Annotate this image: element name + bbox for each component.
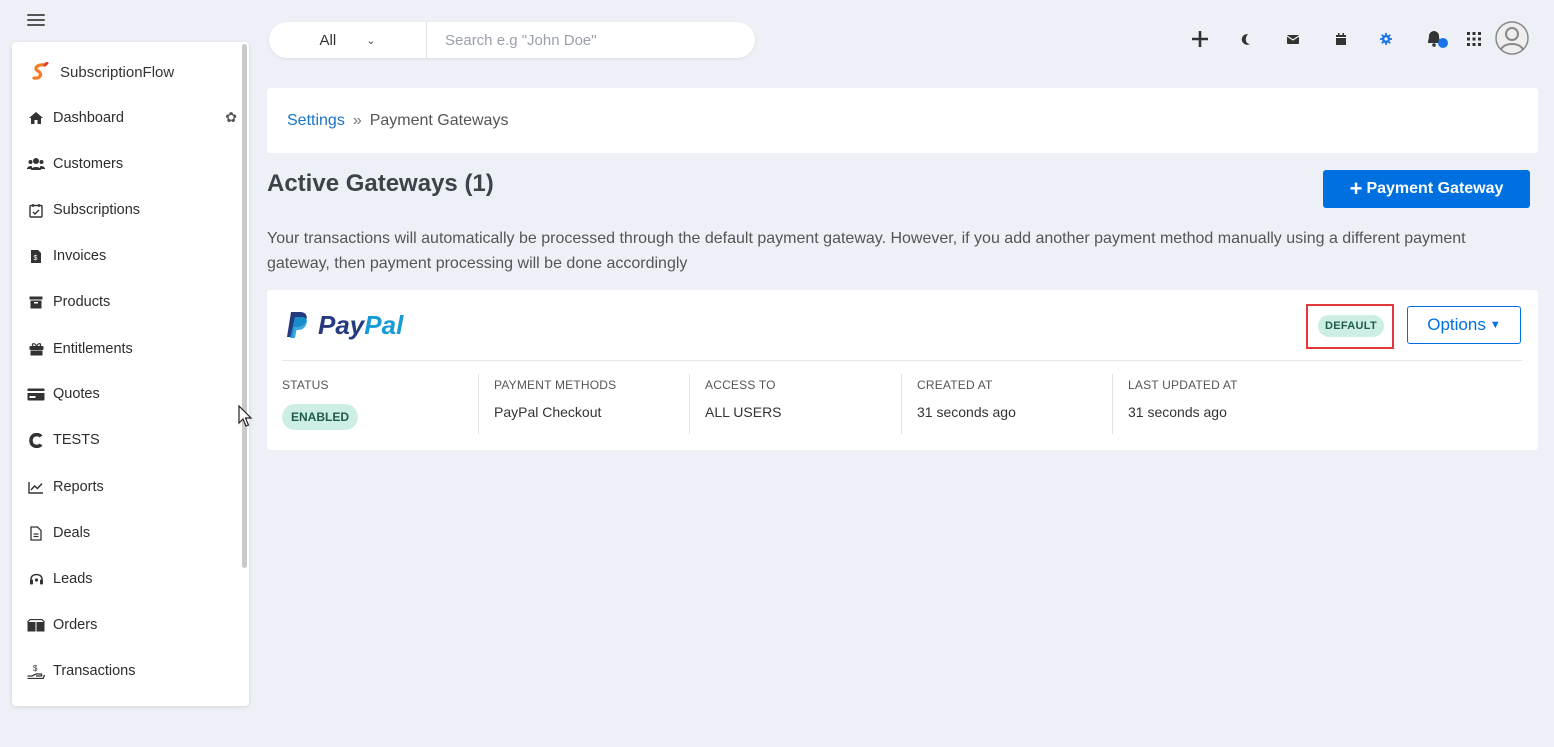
chevron-down-icon: ⌄ <box>366 34 376 47</box>
archive-icon <box>27 294 45 310</box>
headset-icon <box>27 571 45 587</box>
sidebar-item-label: Invoices <box>53 248 107 264</box>
plus-icon: + <box>1349 176 1363 201</box>
sidebar-item-label: Leads <box>53 571 93 587</box>
sidebar-item-reports[interactable]: Reports <box>27 476 237 498</box>
plus-icon[interactable] <box>1189 24 1211 54</box>
invoice-icon: $ <box>27 248 45 264</box>
search-scope-value: All <box>319 31 337 49</box>
paypal-logo-text-pal: Pal <box>364 309 404 340</box>
paypal-icon <box>287 312 307 338</box>
access-to-column: ACCESS TO ALL USERS <box>689 374 782 434</box>
mouse-cursor-icon <box>238 405 253 427</box>
paypal-logo-text-pay: Pay <box>318 309 365 340</box>
options-label: Options <box>1427 315 1486 334</box>
status-badge: ENABLED <box>282 404 359 430</box>
moon-icon[interactable] <box>1237 24 1253 54</box>
sidebar-item-label: TESTS <box>53 432 100 448</box>
svg-text:$: $ <box>34 255 38 262</box>
breadcrumb-current: Payment Gateways <box>369 111 509 129</box>
sidebar-item-transactions[interactable]: $ Transactions <box>27 660 237 682</box>
document-icon <box>27 525 45 541</box>
last-updated-column: LAST UPDATED AT 31 seconds ago <box>1112 374 1238 434</box>
calendar-icon[interactable] <box>1333 24 1349 54</box>
sidebar-item-dashboard[interactable]: Dashboard ✿ <box>27 107 237 129</box>
sidebar-item-label: Reports <box>53 479 104 495</box>
add-payment-gateway-button[interactable]: + Payment Gateway <box>1323 170 1530 208</box>
sidebar-item-label: Transactions <box>53 663 136 679</box>
bell-icon[interactable] <box>1423 24 1451 54</box>
subscriptionflow-logo-icon <box>32 62 49 80</box>
add-payment-gateway-label: Payment Gateway <box>1366 180 1504 197</box>
sidebar-item-orders[interactable]: Orders <box>27 614 237 636</box>
avatar[interactable] <box>1495 21 1529 55</box>
gear-icon[interactable] <box>1378 24 1394 54</box>
status-column: STATUS ENABLED <box>282 378 359 436</box>
sidebar-item-label: Deals <box>53 525 91 541</box>
default-badge: DEFAULT <box>1318 315 1384 337</box>
payment-methods-column: PAYMENT METHODS PayPal Checkout <box>478 374 616 434</box>
sidebar-item-label: Quotes <box>53 386 100 402</box>
sidebar-item-label: Dashboard <box>53 110 124 126</box>
column-label: LAST UPDATED AT <box>1128 378 1238 392</box>
sidebar: SubscriptionFlow Dashboard ✿ Customers S… <box>12 42 249 706</box>
card-divider <box>282 360 1522 361</box>
sidebar-item-label: Orders <box>53 617 98 633</box>
grid-icon[interactable] <box>1465 24 1483 54</box>
column-label: ACCESS TO <box>705 378 776 392</box>
sidebar-item-label: Customers <box>53 156 124 172</box>
users-icon <box>27 156 45 172</box>
column-value: 31 seconds ago <box>1128 404 1227 420</box>
card-icon <box>27 386 45 402</box>
column-label: CREATED AT <box>917 378 993 392</box>
svg-text:$: $ <box>33 664 38 673</box>
money-hand-icon: $ <box>27 663 45 679</box>
sidebar-item-invoices[interactable]: $ Invoices <box>27 245 237 267</box>
page-title: Active Gateways (1) <box>267 170 494 197</box>
sidebar-item-label: Products <box>53 294 111 310</box>
envelope-icon[interactable] <box>1285 24 1301 54</box>
sidebar-item-products[interactable]: Products <box>27 291 237 313</box>
sidebar-scrollbar[interactable] <box>242 44 247 568</box>
sidebar-item-deals[interactable]: Deals <box>27 522 237 544</box>
brand[interactable]: SubscriptionFlow <box>30 62 174 82</box>
sidebar-item-tests[interactable]: TESTS <box>27 429 237 451</box>
breadcrumb-settings-link[interactable]: Settings <box>287 112 345 130</box>
sidebar-item-subscriptions[interactable]: Subscriptions <box>27 199 237 221</box>
global-search: All ⌄ <box>269 22 755 58</box>
created-at-column: CREATED AT 31 seconds ago <box>901 374 1016 434</box>
search-scope-select[interactable]: All ⌄ <box>269 22 427 58</box>
brand-name: SubscriptionFlow <box>60 63 175 81</box>
calendar-check-icon <box>27 202 45 218</box>
column-value: 31 seconds ago <box>917 404 1016 420</box>
hamburger-menu-icon[interactable] <box>27 14 45 26</box>
options-dropdown-button[interactable]: Options ▼ <box>1407 306 1521 344</box>
paypal-logo: PayPal <box>286 310 403 340</box>
sidebar-item-label: Subscriptions <box>53 202 141 218</box>
column-value: PayPal Checkout <box>494 404 602 420</box>
c-icon <box>27 432 45 448</box>
gateway-card: PayPal DEFAULT Options ▼ STATUS ENABLED … <box>267 290 1538 450</box>
sidebar-item-label: Entitlements <box>53 341 133 357</box>
column-label: STATUS <box>282 378 329 392</box>
caret-down-icon: ▼ <box>1489 319 1501 331</box>
column-value: ALL USERS <box>705 404 782 420</box>
sidebar-item-customers[interactable]: Customers <box>27 153 237 175</box>
search-input[interactable] <box>427 31 727 49</box>
sidebar-item-leads[interactable]: Leads <box>27 568 237 590</box>
sidebar-item-quotes[interactable]: Quotes <box>27 383 237 405</box>
gear-icon[interactable]: ✿ <box>225 109 237 126</box>
chart-icon <box>27 479 45 495</box>
home-icon <box>27 110 45 126</box>
column-label: PAYMENT METHODS <box>494 378 617 392</box>
page-description: Your transactions will automatically be … <box>267 230 1466 272</box>
breadcrumb-separator: » <box>352 111 362 129</box>
sidebar-item-entitlements[interactable]: Entitlements <box>27 338 237 360</box>
boxes-icon <box>27 617 45 633</box>
breadcrumb: Settings » Payment Gateways <box>267 88 1538 153</box>
gift-icon <box>27 341 45 357</box>
